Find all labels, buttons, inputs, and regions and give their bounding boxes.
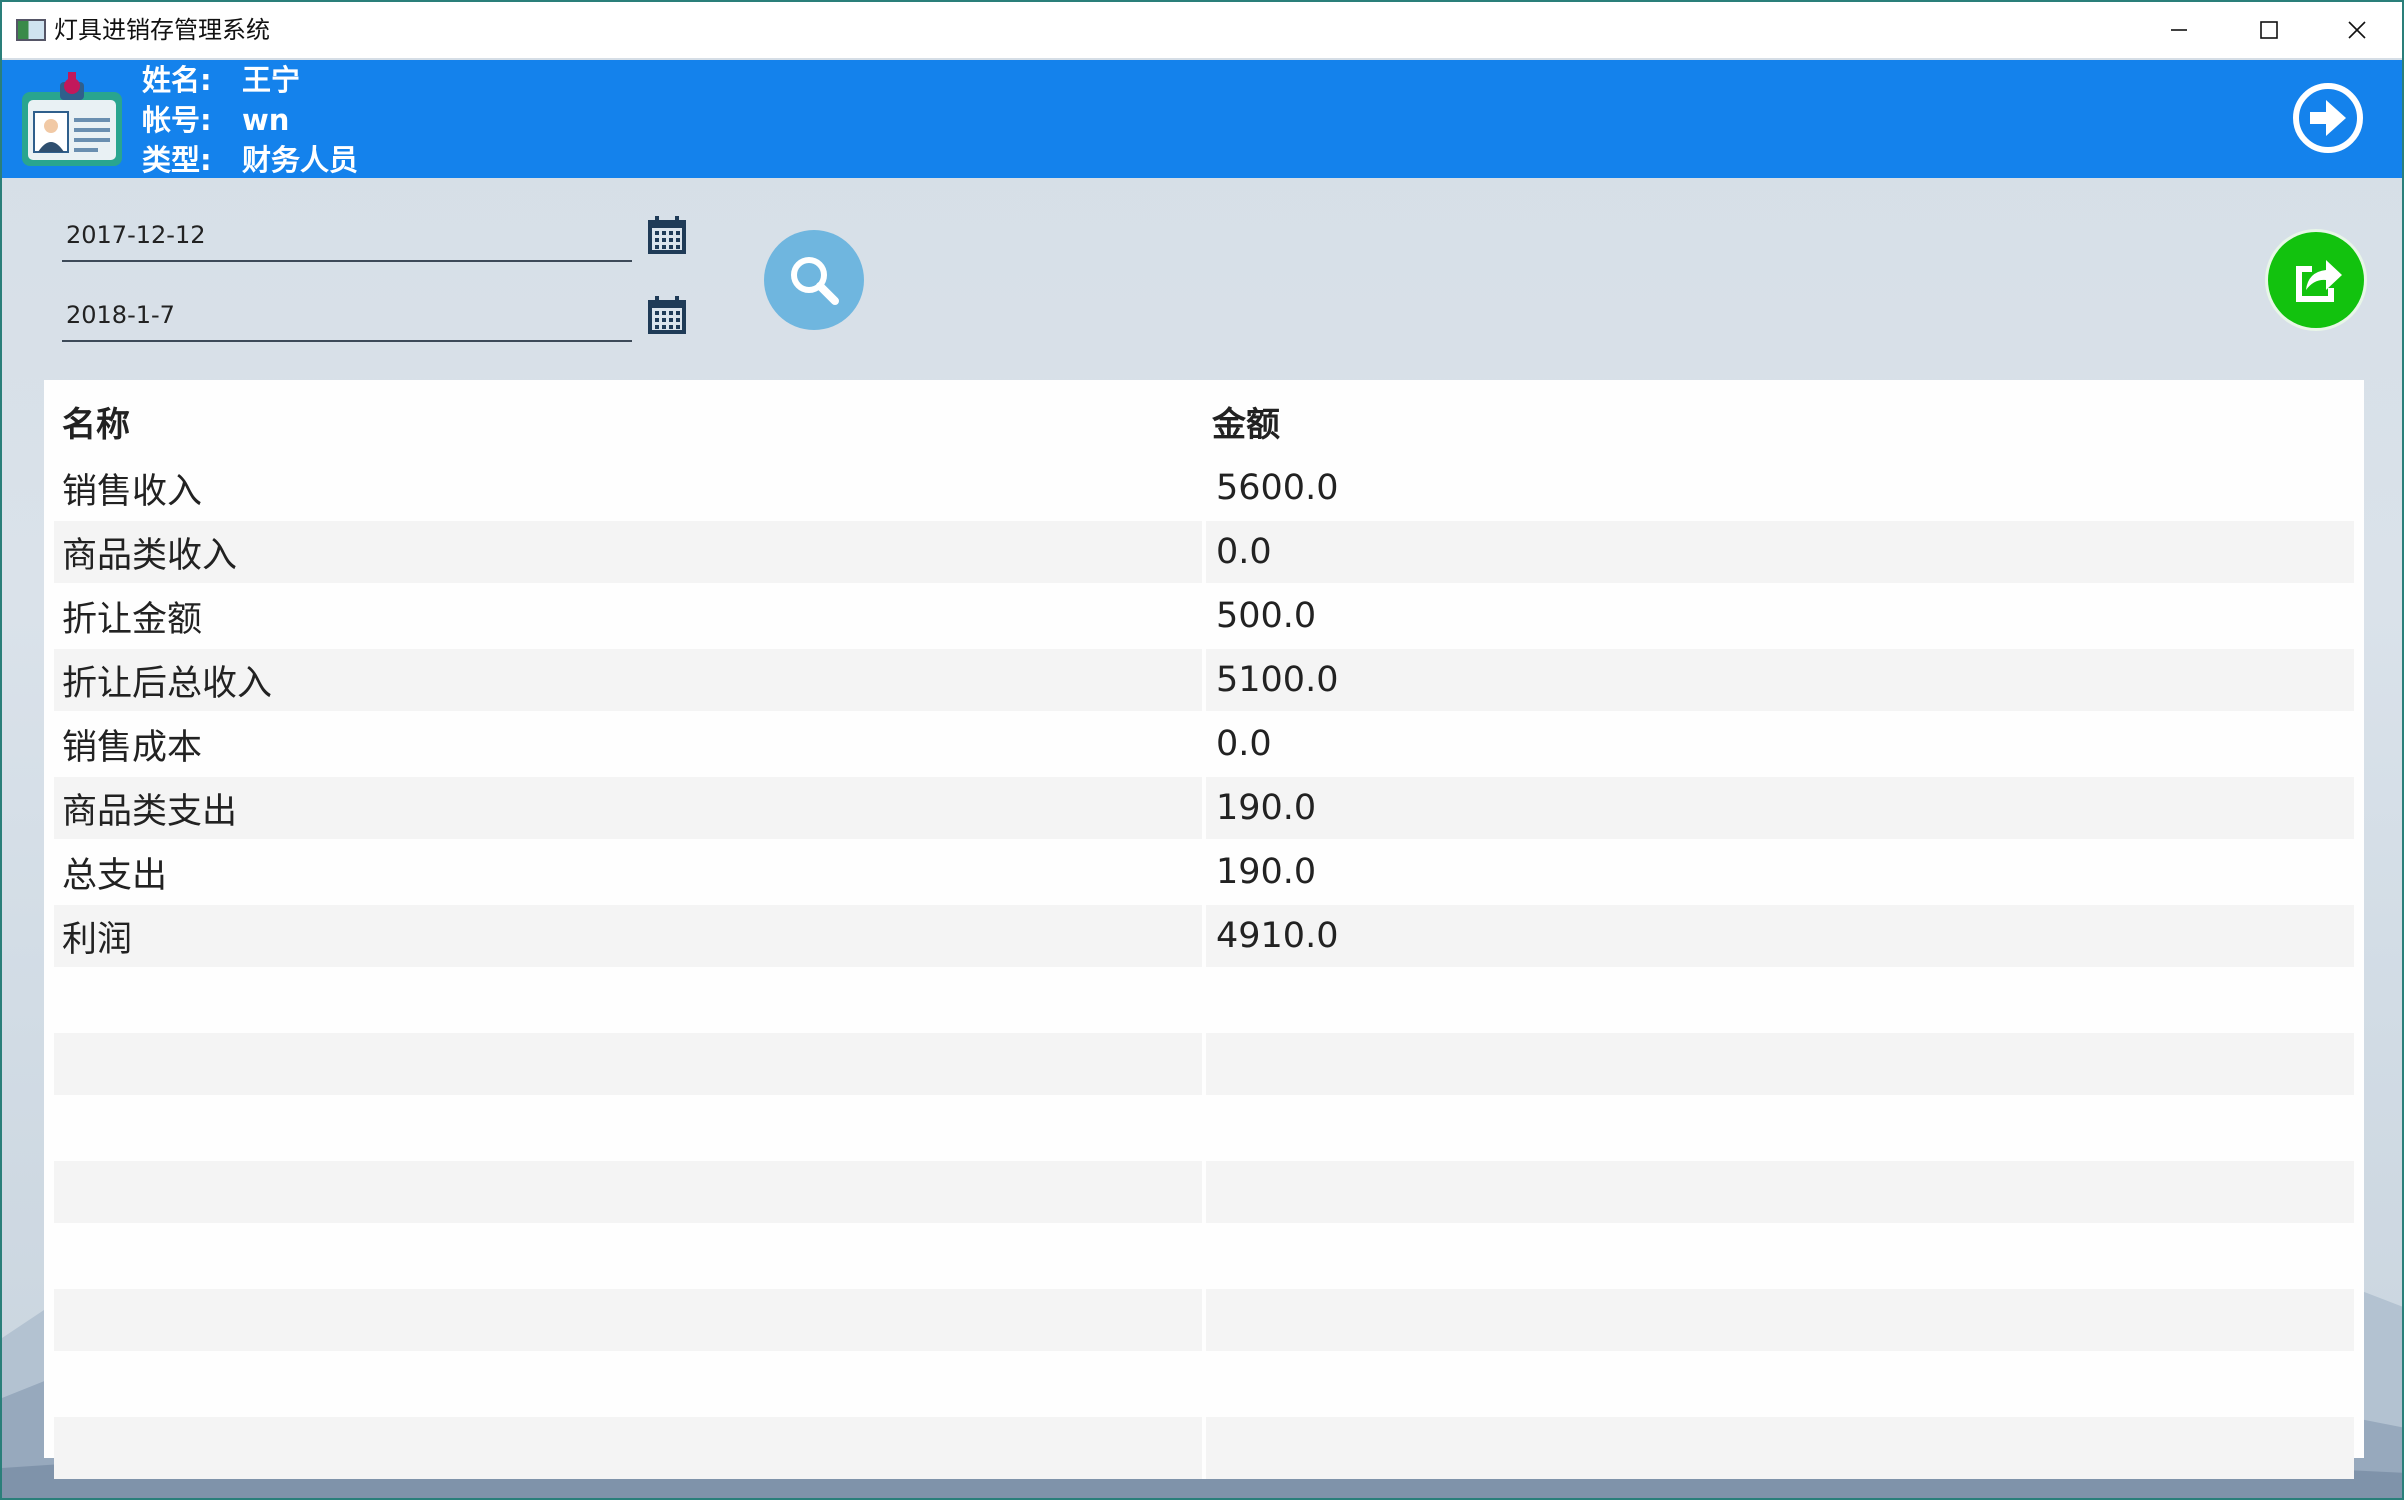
- cell-name: [54, 1417, 1202, 1479]
- cell-amount: 4910.0: [1202, 905, 2354, 967]
- share-export-icon: [2296, 260, 2342, 302]
- account-value: wn: [242, 103, 290, 137]
- cell-name: 利润: [62, 919, 133, 960]
- end-date-field[interactable]: [62, 290, 632, 342]
- export-button[interactable]: [2268, 232, 2364, 328]
- close-button[interactable]: [2312, 2, 2402, 58]
- window-title: 灯具进销存管理系统: [54, 16, 270, 44]
- cell-name: [54, 1353, 1202, 1415]
- table-row[interactable]: [54, 1289, 2354, 1351]
- account-label: 帐号:: [142, 103, 212, 137]
- type-label: 类型:: [142, 143, 212, 177]
- finance-table: 名称 金额 销售收入 5600.0 商品类收入 0.0 折让金额 500.0 折…: [44, 380, 2364, 1479]
- cell-amount: [1202, 1289, 2354, 1351]
- table-row[interactable]: [54, 1225, 2354, 1287]
- minimize-button[interactable]: [2134, 2, 2224, 58]
- cell-amount: 5100.0: [1202, 649, 2354, 711]
- cell-name: [54, 1097, 1202, 1159]
- cell-amount: 190.0: [1202, 777, 2354, 839]
- user-header: 姓名: 王宁 帐号: wn 类型: 财务人员: [2, 60, 2402, 178]
- table-row[interactable]: 折让金额 500.0: [54, 585, 2354, 647]
- start-date-input[interactable]: [62, 210, 632, 260]
- cell-amount: [1202, 1033, 2354, 1095]
- table-row[interactable]: 折让后总收入 5100.0: [54, 649, 2354, 711]
- cell-amount: [1202, 1225, 2354, 1287]
- title-bar: 灯具进销存管理系统: [2, 2, 2402, 58]
- table-row[interactable]: 商品类收入 0.0: [54, 521, 2354, 583]
- search-button[interactable]: [764, 230, 864, 330]
- cell-name: [54, 1161, 1202, 1223]
- maximize-icon: [2260, 21, 2278, 39]
- cell-amount: 190.0: [1202, 841, 2354, 903]
- cell-name: [54, 969, 1202, 1031]
- cell-amount: 5600.0: [1202, 457, 2354, 519]
- user-account-row: 帐号: wn: [142, 100, 358, 140]
- table-row[interactable]: 利润 4910.0: [54, 905, 2354, 967]
- app-window: 灯具进销存管理系统 姓名: 王宁 帐号: wn 类型: 财务人员 2017-12…: [0, 0, 2404, 1500]
- cell-name: 销售收入: [62, 471, 203, 512]
- minimize-icon: [2171, 29, 2187, 31]
- cell-name: [54, 1289, 1202, 1351]
- table-row[interactable]: 销售收入 5600.0: [54, 457, 2354, 519]
- end-date-calendar-button[interactable]: [646, 294, 688, 336]
- table-row[interactable]: [54, 1161, 2354, 1223]
- cell-amount: [1202, 969, 2354, 1031]
- end-date-input[interactable]: [62, 290, 632, 340]
- start-date-calendar-button[interactable]: [646, 214, 688, 256]
- cell-amount: 0.0: [1202, 713, 2354, 775]
- id-card-icon: [22, 72, 122, 166]
- arrow-circle-right-icon: [2310, 100, 2346, 136]
- table-body: 销售收入 5600.0 商品类收入 0.0 折让金额 500.0 折让后总收入 …: [54, 457, 2354, 1481]
- user-info: 姓名: 王宁 帐号: wn 类型: 财务人员: [142, 60, 358, 180]
- cell-amount: 500.0: [1202, 585, 2354, 647]
- cell-amount: [1202, 1097, 2354, 1159]
- cell-name: [54, 1033, 1202, 1095]
- column-header-name[interactable]: 名称: [54, 390, 1202, 452]
- app-icon: [16, 19, 46, 41]
- table-row[interactable]: [54, 1033, 2354, 1095]
- column-header-amount[interactable]: 金额: [1202, 390, 2354, 452]
- table-row[interactable]: 销售成本 0.0: [54, 713, 2354, 775]
- cell-name: 商品类支出: [62, 791, 238, 832]
- table-header: 名称 金额: [54, 390, 2354, 452]
- table-row[interactable]: 商品类支出 190.0: [54, 777, 2354, 839]
- close-icon: [2348, 21, 2366, 39]
- calendar-icon: [648, 216, 686, 254]
- user-type-row: 类型: 财务人员: [142, 140, 358, 180]
- table-row[interactable]: [54, 1417, 2354, 1479]
- cell-amount: [1202, 1161, 2354, 1223]
- cell-amount: [1202, 1353, 2354, 1415]
- cell-amount: [1202, 1417, 2354, 1479]
- maximize-button[interactable]: [2224, 2, 2314, 58]
- start-date-field[interactable]: [62, 210, 632, 262]
- table-row[interactable]: 总支出 190.0: [54, 841, 2354, 903]
- cell-amount: 0.0: [1202, 521, 2354, 583]
- type-value: 财务人员: [242, 143, 359, 177]
- logout-button[interactable]: [2290, 80, 2366, 156]
- name-label: 姓名:: [142, 63, 212, 97]
- table-row[interactable]: [54, 1353, 2354, 1415]
- cell-name: [54, 1225, 1202, 1287]
- table-row[interactable]: [54, 969, 2354, 1031]
- calendar-icon: [648, 296, 686, 334]
- name-value: 王宁: [242, 63, 301, 97]
- user-name-row: 姓名: 王宁: [142, 60, 358, 100]
- cell-name: 总支出: [62, 855, 168, 896]
- table-row[interactable]: [54, 1097, 2354, 1159]
- search-icon: [791, 257, 839, 305]
- cell-name: 折让后总收入: [62, 663, 273, 704]
- cell-name: 销售成本: [62, 727, 203, 768]
- cell-name: 折让金额: [62, 599, 203, 640]
- cell-name: 商品类收入: [62, 535, 238, 576]
